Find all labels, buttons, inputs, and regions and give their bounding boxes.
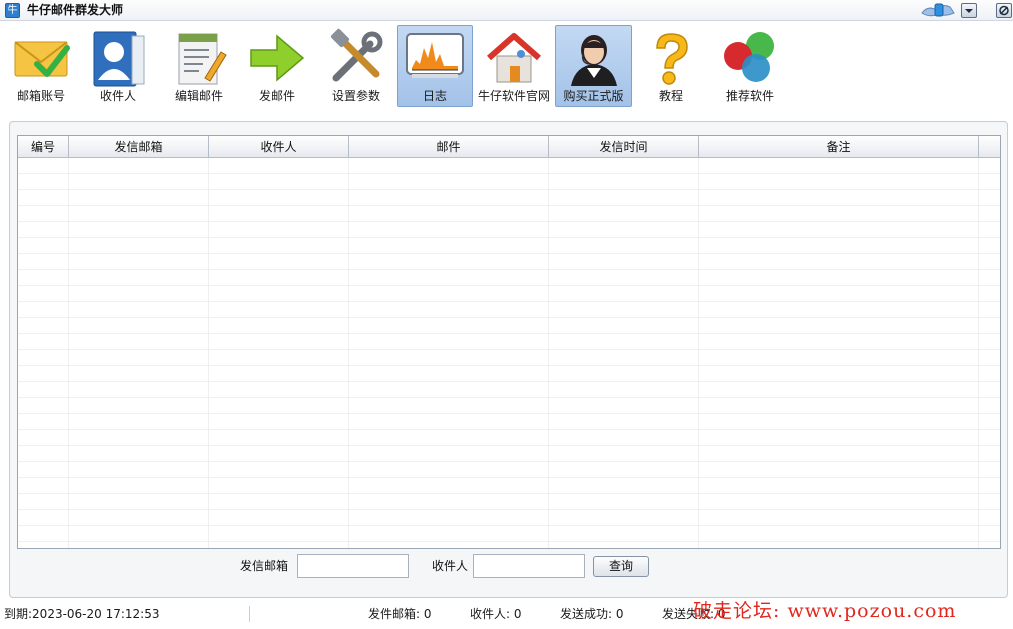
tool-buy-full[interactable]: 购买正式版 xyxy=(555,25,632,107)
tool-label: 教程 xyxy=(658,89,683,103)
status-divider xyxy=(249,606,250,622)
column-divider xyxy=(698,158,699,548)
question-icon xyxy=(656,33,688,85)
app-icon: 牛 xyxy=(5,3,20,18)
envelope-icon xyxy=(14,41,70,77)
title-bar: 牛 牛仔邮件群发大师 xyxy=(0,0,1013,21)
tool-label: 日志 xyxy=(422,89,447,103)
support-agent-icon xyxy=(570,35,617,86)
tool-label: 发邮件 xyxy=(258,89,295,103)
query-button[interactable]: 查询 xyxy=(593,556,649,577)
chart-icon xyxy=(406,33,464,78)
tool-recipients[interactable]: 收件人 xyxy=(86,25,150,107)
table-body xyxy=(18,158,1000,548)
green-arrow-icon xyxy=(250,34,305,82)
recipient-filter-input[interactable] xyxy=(473,554,585,578)
log-table[interactable]: 编号 发信邮箱 收件人 邮件 发信时间 备注 xyxy=(17,135,1001,549)
table-header: 编号 发信邮箱 收件人 邮件 发信时间 备注 xyxy=(18,136,1000,158)
minimize-button[interactable] xyxy=(961,3,977,18)
document-pencil-icon xyxy=(178,33,227,85)
tool-send-mail[interactable]: 发邮件 xyxy=(246,25,308,107)
sender-filter-label: 发信邮箱 xyxy=(240,559,289,573)
column-header-mail[interactable]: 邮件 xyxy=(349,136,549,158)
column-header-sender[interactable]: 发信邮箱 xyxy=(69,136,209,158)
close-button[interactable] xyxy=(996,3,1012,18)
tool-label: 邮箱账号 xyxy=(16,89,65,103)
tool-label: 牛仔软件官网 xyxy=(477,89,550,103)
recipient-count: 收件人: 0 xyxy=(470,607,522,621)
tool-recommended[interactable]: 推荐软件 xyxy=(718,25,782,107)
success-count: 发送成功: 0 xyxy=(560,607,624,621)
tools-icon xyxy=(330,28,383,82)
tool-edit-mail[interactable]: 编辑邮件 xyxy=(168,25,230,107)
column-divider xyxy=(208,158,209,548)
tool-mail-accounts[interactable]: 邮箱账号 xyxy=(8,25,74,107)
column-divider xyxy=(348,158,349,548)
sender-count: 发件邮箱: 0 xyxy=(368,607,432,621)
window-title: 牛仔邮件群发大师 xyxy=(27,3,124,17)
tool-label: 推荐软件 xyxy=(725,89,774,103)
column-divider xyxy=(548,158,549,548)
close-icon xyxy=(999,5,1009,16)
tool-settings[interactable]: 设置参数 xyxy=(324,25,388,107)
tool-official-site[interactable]: 牛仔软件官网 xyxy=(476,25,552,107)
tool-label: 收件人 xyxy=(99,89,136,103)
column-divider xyxy=(978,158,979,548)
tool-label: 购买正式版 xyxy=(563,89,624,103)
chevron-down-icon xyxy=(965,9,973,13)
tool-tutorial[interactable]: 教程 xyxy=(640,25,702,107)
sender-filter-input[interactable] xyxy=(297,554,409,578)
toolbar: 邮箱账号 收件人 编辑邮件 发邮件 设置参数 日志 牛仔软件官网 购买正式版 教… xyxy=(0,21,1013,113)
tool-label: 设置参数 xyxy=(331,89,380,103)
column-header-id[interactable]: 编号 xyxy=(18,136,69,158)
color-balls-icon xyxy=(724,32,774,82)
tool-log[interactable]: 日志 xyxy=(397,25,473,107)
skin-icon[interactable] xyxy=(920,1,956,20)
recipient-filter-label: 收件人 xyxy=(432,559,469,573)
column-divider xyxy=(68,158,69,548)
expiry-text: 到期:2023-06-20 17:12:53 xyxy=(4,607,160,621)
home-icon xyxy=(487,33,541,83)
watermark-text: 破走论坛: www.pozou.com xyxy=(693,600,957,622)
contacts-icon xyxy=(93,31,145,87)
column-header-remark[interactable]: 备注 xyxy=(699,136,979,158)
column-header-recipient[interactable]: 收件人 xyxy=(209,136,349,158)
column-header-send-time[interactable]: 发信时间 xyxy=(549,136,699,158)
tool-label: 编辑邮件 xyxy=(174,89,223,103)
